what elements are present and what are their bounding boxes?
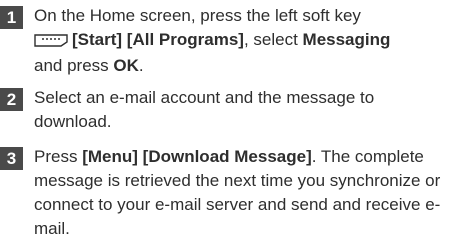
messaging-label: Messaging: [302, 30, 391, 49]
instruction-list: 1 On the Home screen, press the left sof…: [0, 0, 454, 250]
select-text: , select: [243, 30, 298, 49]
step-1-intro: On the Home screen, press the left soft …: [34, 6, 361, 25]
press-text: Press: [34, 147, 78, 166]
step-number-badge: 2: [0, 88, 23, 111]
step-text: Select an e-mail account and the message…: [34, 88, 375, 131]
step-number-badge: 3: [0, 147, 23, 170]
menu-label: [Menu]: [82, 147, 138, 166]
start-label: [Start]: [72, 30, 123, 49]
left-softkey-icon: [34, 30, 68, 54]
step-text: On the Home screen, press the left soft …: [34, 4, 454, 78]
ok-label: OK: [113, 56, 139, 75]
all-programs-label: [All Programs]: [126, 30, 244, 49]
download-message-label: [Download Message]: [142, 147, 312, 166]
period: .: [138, 56, 144, 75]
step-number-badge: 1: [0, 6, 23, 29]
step-text: Press [Menu] [Download Message]. The com…: [34, 145, 444, 241]
and-press-text: and press: [34, 56, 109, 75]
